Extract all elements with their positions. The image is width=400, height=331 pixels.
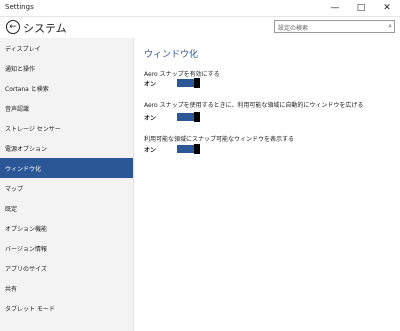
sidebar-item-label: 電源オプション (5, 146, 48, 153)
sidebar-item-label: ウィンドウ化 (5, 166, 42, 173)
sidebar-item-label: アプリのサイズ (5, 266, 47, 273)
toggle-knob (194, 112, 200, 122)
back-button[interactable]: ← (6, 20, 20, 34)
search-placeholder: 設定の検索 (278, 25, 309, 32)
sidebar-item-speech[interactable]: 音声認識 (0, 98, 133, 118)
section-title: ウィンドウ化 (144, 50, 199, 60)
window-title: Settings (5, 3, 34, 11)
sidebar: ディスプレイ 通知と操作 Cortana と検索 音声認識 ストレージ センサー… (0, 38, 133, 331)
sidebar-item-tablet-mode[interactable]: タブレット モード (0, 298, 133, 318)
sidebar-item-app-sizes[interactable]: アプリのサイズ (0, 258, 133, 278)
setting-value: オン (144, 147, 157, 154)
sidebar-item-label: 通知と操作 (5, 66, 36, 73)
minimize-button[interactable]: — (322, 0, 348, 16)
sidebar-item-cortana[interactable]: Cortana と検索 (0, 78, 133, 98)
sidebar-item-notifications[interactable]: 通知と操作 (0, 58, 133, 78)
header: ← システム 設定の検索 ⌕ (0, 17, 400, 38)
setting-label: Aero スナップを使用するときに、利用可能な領域に自動的にウィンドウを広げる (144, 102, 364, 109)
setting-label: 利用可能な領域にスナップ可能なウィンドウを表示する (144, 136, 295, 143)
sidebar-item-label: 音声認識 (5, 106, 30, 113)
title-bar: Settings — □ ✕ (0, 0, 400, 17)
setting-label: Aero スナップを有効にする (144, 71, 220, 78)
sidebar-item-optional-features[interactable]: オプション機能 (0, 218, 133, 238)
sidebar-item-label: 既定 (5, 206, 18, 213)
sidebar-item-label: 共有 (5, 286, 18, 293)
sidebar-item-maps[interactable]: マップ (0, 178, 133, 198)
toggle-knob (194, 78, 200, 88)
setting-value: オン (144, 81, 157, 88)
sidebar-item-version-info[interactable]: バージョン情報 (0, 238, 133, 258)
search-input[interactable]: 設定の検索 ⌕ (274, 20, 395, 33)
sidebar-item-label: マップ (5, 186, 24, 193)
sidebar-item-label: バージョン情報 (5, 246, 47, 253)
sidebar-item-storage-sense[interactable]: ストレージ センサー (0, 118, 133, 138)
sidebar-item-power[interactable]: 電源オプション (0, 138, 133, 158)
sidebar-item-label: Cortana と検索 (5, 86, 49, 93)
aero-snap-toggle[interactable] (177, 78, 200, 88)
content-pane: ウィンドウ化 Aero スナップを有効にする オン Aero スナップを使用する… (134, 38, 400, 331)
maximize-button[interactable]: □ (348, 0, 374, 16)
show-snap-windows-toggle[interactable] (177, 144, 200, 154)
toggle-knob (194, 144, 200, 154)
page-title: システム (23, 22, 67, 35)
sidebar-item-defaults[interactable]: 既定 (0, 198, 133, 218)
sidebar-item-share[interactable]: 共有 (0, 278, 133, 298)
back-arrow-icon: ← (9, 21, 17, 32)
auto-resize-toggle[interactable] (177, 112, 200, 122)
search-icon[interactable]: ⌕ (388, 22, 392, 31)
sidebar-item-display[interactable]: ディスプレイ (0, 38, 133, 58)
sidebar-item-windowing[interactable]: ウィンドウ化 (0, 158, 133, 178)
sidebar-item-label: オプション機能 (5, 226, 48, 233)
sidebar-item-label: ディスプレイ (5, 46, 41, 53)
sidebar-item-label: タブレット モード (5, 306, 55, 313)
close-button[interactable]: ✕ (374, 0, 400, 16)
sidebar-item-label: ストレージ センサー (5, 126, 61, 133)
setting-value: オン (144, 115, 157, 122)
